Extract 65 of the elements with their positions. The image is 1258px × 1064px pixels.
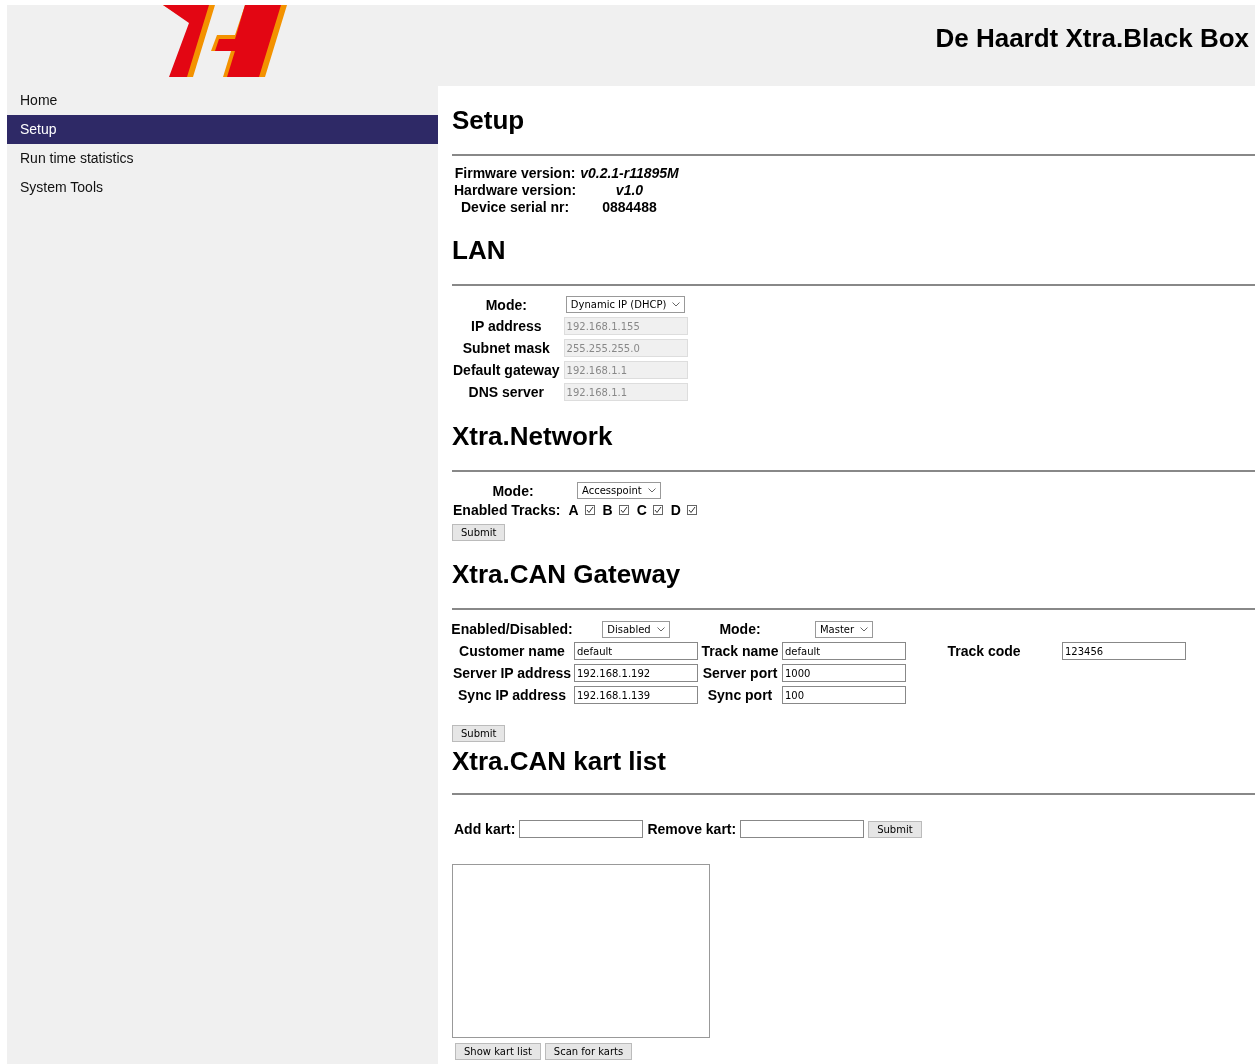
checkbox[interactable] [686, 505, 697, 515]
field-label: Server port [702, 665, 778, 681]
section-heading: LAN [452, 235, 507, 265]
chevron-down-icon [656, 627, 665, 632]
action-button[interactable]: Show kart list [455, 1043, 541, 1060]
text-field[interactable] [740, 820, 865, 838]
field-label: Sync IP address [458, 687, 566, 703]
field-label: Enabled Tracks: [453, 502, 561, 518]
field-label: Track code [947, 643, 1021, 659]
field-label: Mode: [492, 482, 534, 499]
info-value: 0884488 [602, 199, 657, 215]
submit-button[interactable]: Submit [452, 725, 506, 742]
section-heading: Xtra.Network [452, 421, 614, 451]
text-field[interactable]: 1000 [782, 664, 906, 682]
track-letter: A [568, 502, 579, 518]
logo-icon [163, 5, 287, 77]
dropdown-select[interactable]: Dynamic IP (DHCP) [565, 296, 686, 313]
field-label: Mode: [485, 296, 527, 313]
field-label: Sync port [707, 687, 773, 703]
field-label: Server IP address [453, 665, 572, 681]
checkbox[interactable] [652, 505, 663, 515]
section-heading: Setup [452, 105, 526, 135]
info-value: v0.2.1-r11895M [580, 165, 679, 181]
chevron-down-icon [860, 627, 869, 632]
field-label: Customer name [459, 643, 565, 659]
info-label: Firmware version: [454, 165, 576, 181]
info-label: Device serial nr: [461, 199, 570, 215]
dropdown-select[interactable]: Accesspoint [577, 482, 661, 499]
submit-button[interactable]: Submit [868, 820, 922, 838]
text-field[interactable]: 100 [782, 686, 906, 704]
dropdown-select[interactable]: Disabled [602, 621, 670, 638]
field-label: Add kart: [454, 821, 516, 837]
text-field[interactable]: 123456 [1062, 642, 1186, 660]
field-label: Subnet mask [462, 340, 550, 356]
checkbox[interactable] [584, 505, 595, 515]
section-heading: Xtra.CAN kart list [452, 746, 667, 776]
track-letter: D [670, 502, 681, 518]
track-letter: C [636, 502, 647, 518]
action-button[interactable]: Scan for karts [544, 1043, 633, 1060]
text-field[interactable]: default [782, 642, 906, 660]
nav-link[interactable]: Run time statistics [7, 144, 438, 173]
field-label: Default gateway [453, 362, 560, 378]
nav-link[interactable]: System Tools [7, 173, 438, 202]
text-field[interactable]: default [574, 642, 698, 660]
checkbox[interactable] [618, 505, 629, 515]
field-label: Enabled/Disabled: [451, 620, 573, 637]
field-label: Mode: [719, 620, 761, 637]
track-letter: B [602, 502, 613, 518]
field-label: Remove kart: [647, 821, 737, 837]
nav-link[interactable]: Setup [7, 115, 438, 144]
text-field[interactable] [519, 820, 644, 838]
page-header-title: De Haardt Xtra.Black Box [935, 22, 1249, 54]
info-label: Hardware version: [454, 182, 577, 198]
text-field[interactable]: 192.168.1.139 [574, 686, 698, 704]
nav-link[interactable]: Home [7, 86, 438, 115]
chevron-down-icon [672, 302, 681, 307]
field-label: DNS server [468, 384, 545, 400]
submit-button[interactable]: Submit [452, 524, 506, 541]
info-value: v1.0 [615, 182, 644, 198]
field-label: IP address [471, 318, 542, 334]
text-field[interactable]: 192.168.1.192 [574, 664, 698, 682]
section-heading: Xtra.CAN Gateway [452, 559, 682, 589]
dropdown-select[interactable]: Master [814, 621, 874, 638]
chevron-down-icon [647, 488, 656, 493]
field-label: Track name [701, 643, 779, 659]
